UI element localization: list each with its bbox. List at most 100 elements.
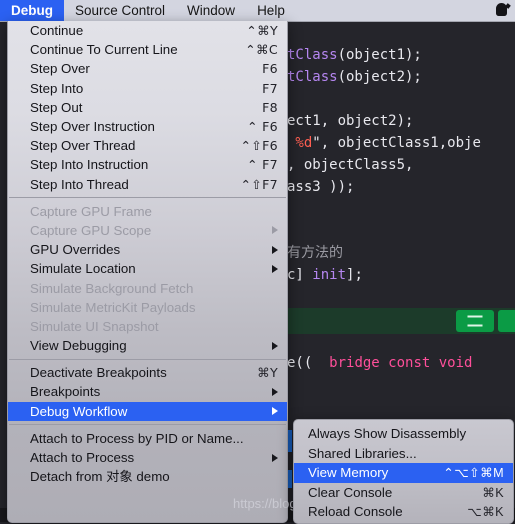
menu-item-label: Step Out (30, 99, 83, 115)
menubar-item-help[interactable]: Help (246, 0, 296, 21)
submenu-item-shortcut: ⌥⌘K (467, 505, 504, 520)
code-line: e(( bridge const void (287, 352, 515, 374)
menu-item-simulate-ui-snapshot: Simulate UI Snapshot (8, 317, 287, 336)
code-token: e(( (287, 355, 313, 371)
menu-item-step-over-instruction[interactable]: Step Over Instruction ⌃ F6 (8, 117, 287, 136)
code-line: tClass(object2); (287, 66, 515, 88)
menu-item-shortcut: ⌃⌘C (245, 42, 278, 58)
menu-item-label: Debug Workflow (30, 403, 128, 419)
chevron-right-icon (272, 453, 278, 462)
menu-item-debug-workflow[interactable]: Debug Workflow (8, 401, 287, 421)
menu-item-breakpoints[interactable]: Breakpoints (8, 382, 287, 401)
menu-item-label: Capture GPU Frame (30, 203, 152, 219)
code-token: tClass (287, 47, 338, 63)
green-equals-button[interactable] (456, 310, 494, 332)
submenu-item-shared-libraries[interactable]: Shared Libraries... (294, 444, 513, 464)
debug-workflow-submenu[interactable]: Always Show Disassembly Shared Libraries.… (293, 419, 514, 524)
menu-item-label: Deactivate Breakpoints (30, 365, 167, 381)
menu-item-label: Simulate Background Fetch (30, 280, 194, 296)
code-token: bridge const void (312, 355, 481, 371)
menu-item-label: Step Into (30, 80, 84, 96)
submenu-item-label: Clear Console (308, 484, 393, 500)
chevron-right-icon (272, 407, 278, 416)
menu-item-shortcut: ⌃⇧F7 (240, 176, 278, 192)
menu-item-step-over[interactable]: Step Over F6 (8, 59, 287, 78)
menu-item-capture-gpu-scope: Capture GPU Scope (8, 221, 287, 240)
menu-item-label: Simulate UI Snapshot (30, 318, 159, 334)
menu-item-simulate-metrickit-payloads: Simulate MetricKit Payloads (8, 298, 287, 317)
code-line: c] init]; (287, 264, 515, 286)
code-token: c] (287, 267, 313, 283)
menu-item-attach-to-process-by-pid-or-name[interactable]: Attach to Process by PID or Name... (8, 429, 287, 448)
menu-item-label: GPU Overrides (30, 242, 121, 258)
menu-item-detach-from-demo[interactable]: Detach from 对象 demo (8, 467, 287, 486)
code-line: ass3 )); (287, 176, 515, 198)
green-secondary-button[interactable] (498, 310, 515, 332)
menubar-item-source-control[interactable]: Source Control (64, 0, 176, 21)
menu-item-label: Simulate Location (30, 261, 136, 277)
chevron-right-icon (272, 245, 278, 254)
menu-item-label: Step Into Thread (30, 176, 129, 192)
code-token: %d (287, 135, 313, 151)
menu-bar: Debug Source Control Window Help (0, 0, 515, 21)
menu-item-shortcut: ⌃ F6 (246, 119, 278, 135)
code-token: tClass (287, 69, 338, 85)
code-token: ]; (346, 267, 363, 283)
menu-item-step-into-instruction[interactable]: Step Into Instruction ⌃ F7 (8, 155, 287, 174)
chevron-right-icon (272, 387, 278, 396)
menu-item-label: Step Into Instruction (30, 157, 149, 173)
menubar-item-window[interactable]: Window (176, 0, 246, 21)
submenu-item-always-show-disassembly[interactable]: Always Show Disassembly (294, 424, 513, 444)
menu-item-continue-to-current-line[interactable]: Continue To Current Line ⌃⌘C (8, 40, 287, 59)
menu-separator (9, 424, 286, 426)
menu-item-step-into[interactable]: Step Into F7 (8, 79, 287, 98)
menu-item-label: Detach from 对象 demo (30, 469, 170, 485)
menu-item-step-into-thread[interactable]: Step Into Thread ⌃⇧F7 (8, 175, 287, 194)
submenu-item-reload-console[interactable]: Reload Console ⌥⌘K (294, 502, 513, 522)
submenu-item-label: Reload Console (308, 504, 403, 520)
code-token: ", objectClass1,obje (312, 135, 481, 151)
menubar-item-debug[interactable]: Debug (0, 0, 64, 21)
menu-item-shortcut: F7 (262, 80, 278, 96)
submenu-item-view-memory[interactable]: View Memory ⌃⌥⇧⌘M (294, 463, 513, 483)
menu-item-view-debugging[interactable]: View Debugging (8, 336, 287, 355)
code-line: , objectClass5, (287, 154, 515, 176)
menu-item-label: Attach to Process by PID or Name... (30, 430, 244, 446)
code-line: 有方法的 (287, 242, 515, 264)
menu-item-label: Capture GPU Scope (30, 222, 152, 238)
menu-item-label: Step Over Thread (30, 138, 136, 154)
chevron-right-icon (272, 341, 278, 350)
menu-item-step-out[interactable]: Step Out F8 (8, 98, 287, 117)
menu-item-label: View Debugging (30, 338, 127, 354)
menu-item-shortcut: ⌘Y (257, 365, 278, 381)
menu-item-gpu-overrides[interactable]: GPU Overrides (8, 240, 287, 259)
code-token: init (312, 267, 347, 283)
submenu-item-shortcut: ⌘K (482, 485, 504, 500)
menu-item-label: Simulate MetricKit Payloads (30, 299, 196, 315)
menu-item-label: Continue (30, 23, 84, 39)
menu-item-shortcut: ⌃⇧F6 (240, 138, 278, 154)
submenu-item-clear-console[interactable]: Clear Console ⌘K (294, 483, 513, 503)
code-token: (object1); (337, 47, 422, 63)
menu-item-shortcut: F8 (262, 99, 278, 115)
menu-item-step-over-thread[interactable]: Step Over Thread ⌃⇧F6 (8, 136, 287, 155)
code-token: 有方法的 (287, 245, 343, 261)
menu-item-shortcut: F6 (262, 61, 278, 77)
code-line: %d", objectClass1,obje (287, 132, 515, 154)
menu-item-simulate-location[interactable]: Simulate Location (8, 259, 287, 278)
code-token: , objectClass5, (287, 157, 414, 173)
menu-item-label: Step Over (30, 61, 90, 77)
menu-item-attach-to-process[interactable]: Attach to Process (8, 448, 287, 467)
debug-dropdown-menu[interactable]: Continue ⌃⌘Y Continue To Current Line ⌃⌘C St… (7, 21, 288, 523)
chevron-right-icon (272, 226, 278, 235)
menu-item-label: Breakpoints (30, 384, 101, 400)
submenu-item-label: View Memory (308, 465, 389, 481)
bell-icon[interactable] (494, 2, 511, 19)
submenu-item-label: Shared Libraries... (308, 445, 417, 461)
menu-separator (9, 197, 286, 199)
menu-item-continue[interactable]: Continue ⌃⌘Y (8, 21, 287, 40)
menu-item-deactivate-breakpoints[interactable]: Deactivate Breakpoints ⌘Y (8, 363, 287, 382)
